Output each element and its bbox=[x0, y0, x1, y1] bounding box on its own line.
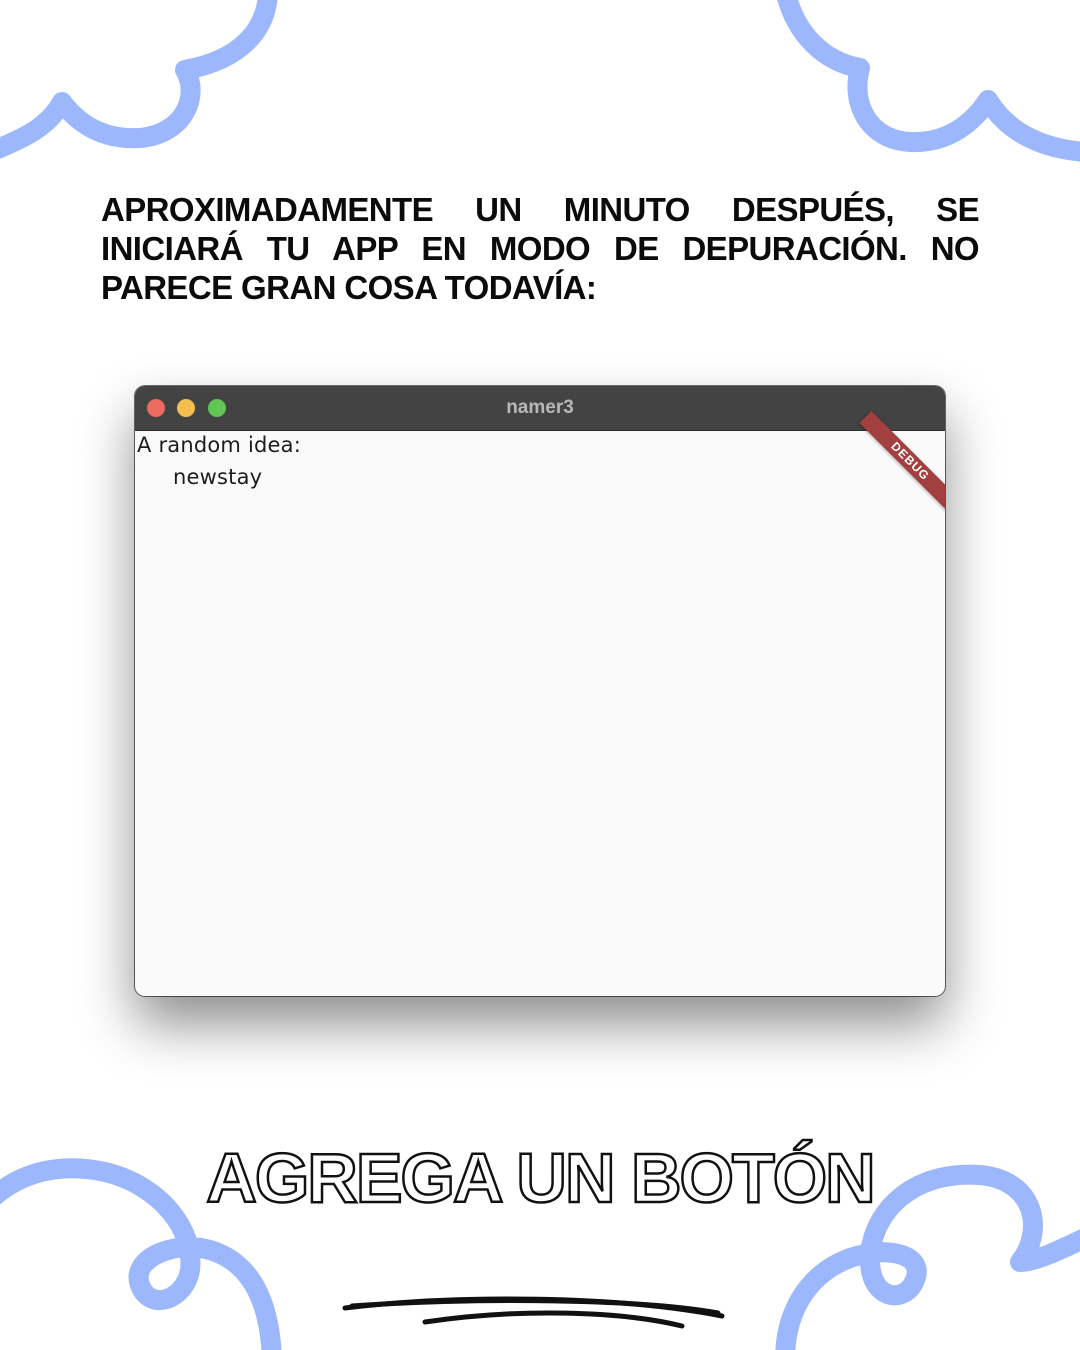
app-window: namer3 A random idea: newstay DEBUG bbox=[135, 386, 945, 996]
top-left-swirl bbox=[0, 0, 278, 159]
section-heading: AGREGA UN BOTÓN bbox=[205, 1138, 877, 1219]
top-right-swirl bbox=[777, 0, 1080, 162]
instruction-caption: APROXIMADAMENTE UN MINUTO DESPUÉS, SE IN… bbox=[101, 191, 980, 306]
window-title: namer3 bbox=[506, 397, 574, 418]
window-titlebar[interactable]: namer3 bbox=[135, 386, 945, 431]
random-idea-label: A random idea: bbox=[137, 433, 301, 457]
window-content: A random idea: newstay DEBUG bbox=[135, 410, 945, 996]
random-idea-word: newstay bbox=[173, 465, 263, 489]
underline-scribble bbox=[342, 1296, 725, 1329]
